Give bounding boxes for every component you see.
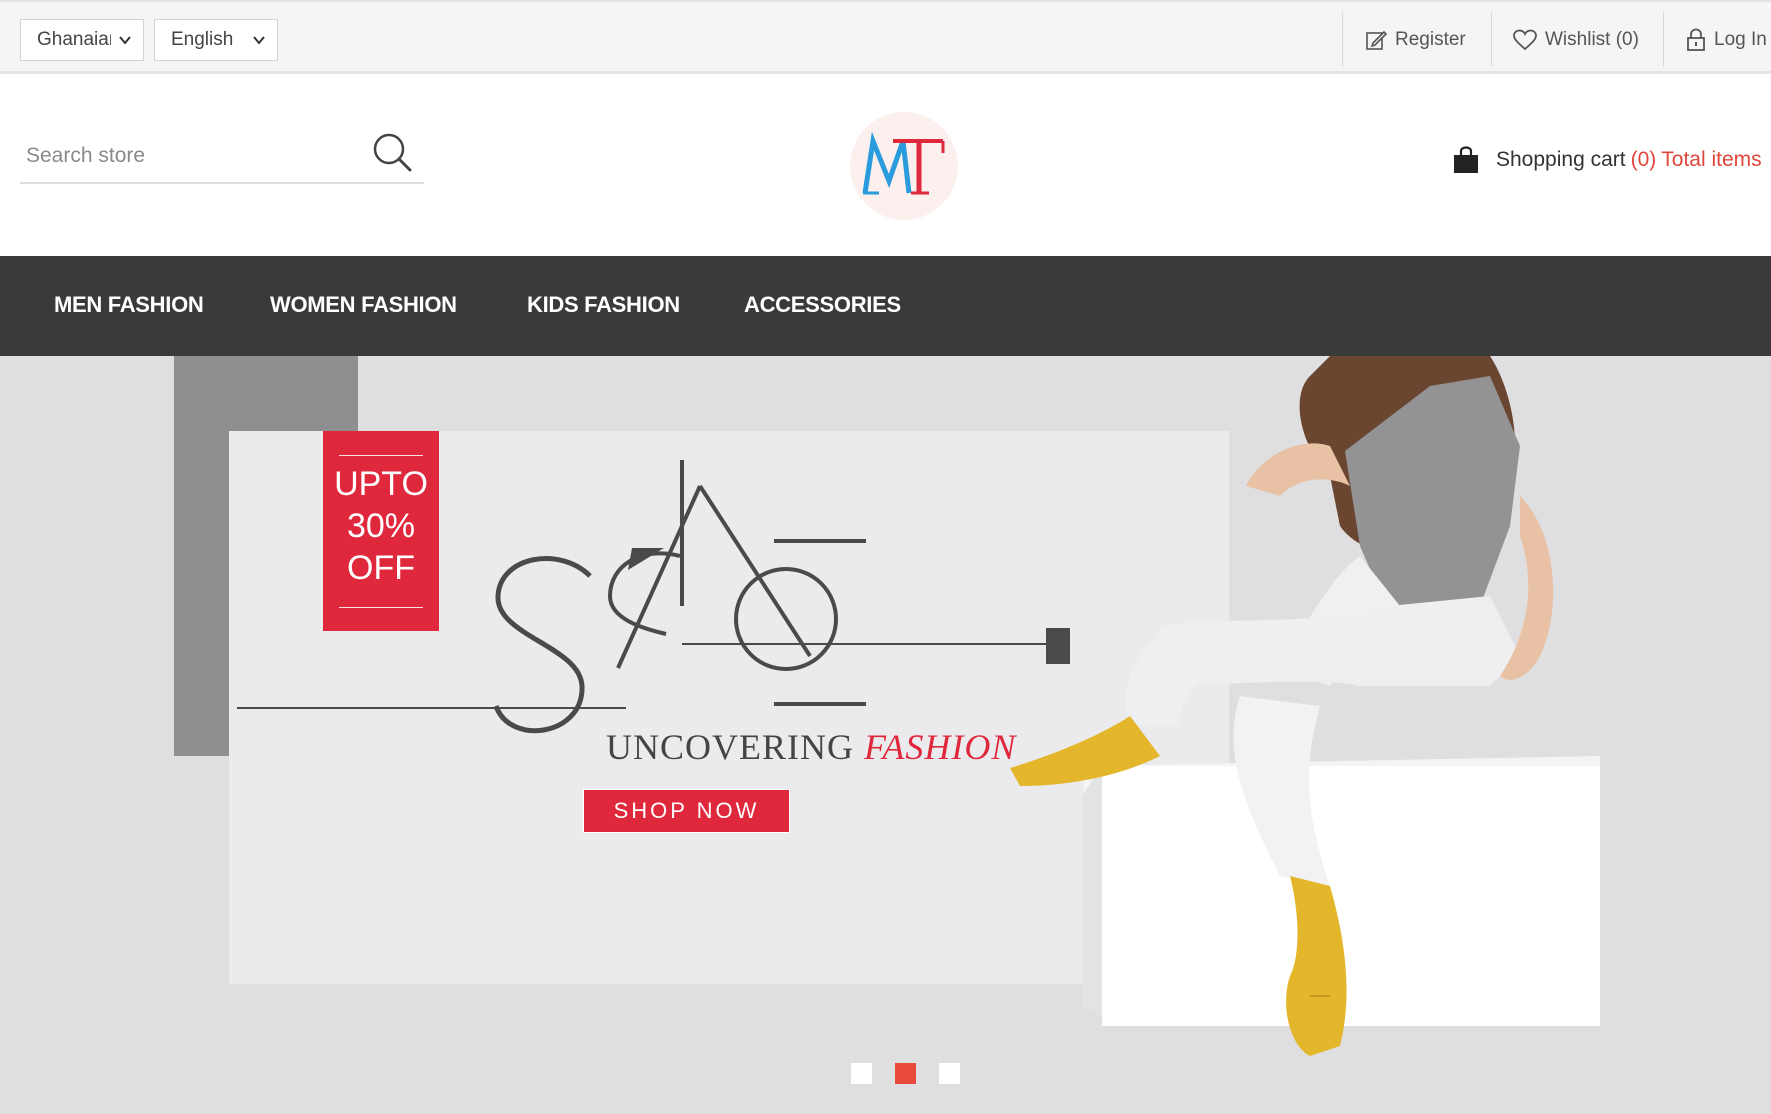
hero-banner[interactable]: UPTO 30% OFF UNCOVERING FASHION SHOP NOW [0, 356, 1771, 1114]
cart-label: Shopping cart [1496, 148, 1626, 171]
top-bar: Ghanaian English Register Wishlist (0) L… [0, 0, 1771, 74]
slide-dot-3[interactable] [939, 1063, 960, 1084]
sale-line-end [1046, 628, 1070, 664]
divider [1342, 12, 1343, 67]
language-select[interactable]: English [154, 19, 278, 61]
shop-now-button[interactable]: SHOP NOW [583, 789, 790, 833]
divider [1663, 12, 1664, 67]
edit-icon [1366, 30, 1387, 50]
nav-item-women-fashion[interactable]: WOMEN FASHION [270, 292, 457, 318]
slider-pagination [851, 1063, 983, 1084]
slide-dot-2[interactable] [895, 1063, 916, 1084]
wishlist-label: Wishlist (0) [1545, 28, 1639, 50]
language-value: English [171, 29, 234, 50]
search-input[interactable] [26, 134, 346, 178]
badge-rule [339, 455, 423, 456]
lock-icon [1687, 28, 1705, 51]
shopping-bag-icon [1454, 146, 1478, 173]
store-logo[interactable] [850, 112, 958, 220]
badge-rule [339, 607, 423, 608]
shopping-cart-link[interactable]: Shopping cart (0) Total items [1452, 140, 1762, 180]
search-box [20, 128, 424, 184]
main-nav: MEN FASHION WOMEN FASHION KIDS FASHION A… [0, 256, 1771, 356]
login-label: Log In [1714, 28, 1767, 50]
cart-count: (0) [1630, 148, 1657, 171]
register-link[interactable]: Register [1365, 12, 1466, 67]
currency-value: Ghanaian [37, 29, 111, 50]
pedestal-side [1082, 766, 1102, 1016]
badge-line-3: OFF [347, 549, 415, 587]
search-icon[interactable] [370, 130, 416, 176]
discount-badge: UPTO 30% OFF [323, 431, 439, 631]
register-label: Register [1395, 28, 1466, 50]
divider [1491, 12, 1492, 67]
hero-tagline: UNCOVERING FASHION [606, 726, 1016, 768]
chevron-down-icon [119, 36, 131, 45]
slide-dot-1[interactable] [851, 1063, 872, 1084]
nav-item-kids-fashion[interactable]: KIDS FASHION [527, 292, 680, 318]
login-link[interactable]: Log In [1686, 12, 1767, 67]
tagline-main: UNCOVERING [606, 727, 854, 767]
nav-item-men-fashion[interactable]: MEN FASHION [54, 292, 204, 318]
chevron-down-icon [253, 36, 265, 45]
wishlist-link[interactable]: Wishlist (0) [1513, 12, 1639, 67]
badge-line-2: 30% [346, 507, 416, 545]
currency-select[interactable]: Ghanaian [20, 19, 144, 61]
logo-mark [862, 131, 945, 195]
pedestal [1102, 766, 1600, 1026]
nav-item-accessories[interactable]: ACCESSORIES [744, 292, 901, 318]
badge-line-1: UPTO [334, 465, 428, 503]
tagline-accent: FASHION [864, 727, 1017, 767]
heart-icon [1513, 29, 1537, 50]
cart-total: Total items [1661, 148, 1762, 171]
